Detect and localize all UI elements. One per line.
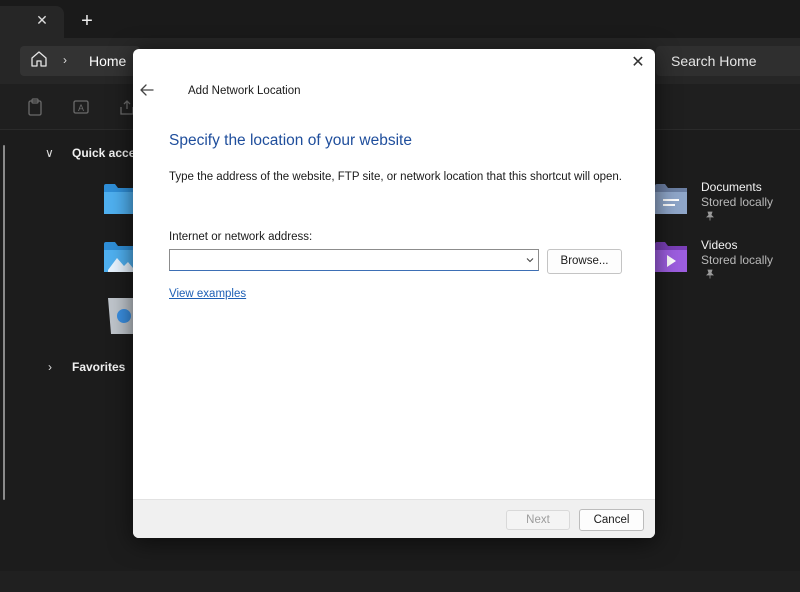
next-button[interactable]: Next: [506, 510, 570, 530]
desktop-folder-icon[interactable]: [104, 182, 133, 216]
videos-folder-icon[interactable]: [655, 240, 689, 274]
dialog-footer: Next Cancel: [133, 499, 655, 538]
add-network-location-dialog: ✕ Add Network Location Specify the locat…: [133, 49, 655, 538]
pin-icon: [705, 211, 715, 224]
videos-status: Stored locally: [701, 253, 774, 267]
close-icon[interactable]: ✕: [629, 54, 647, 72]
documents-title[interactable]: Documents: [701, 180, 762, 194]
rename-icon[interactable]: A: [72, 98, 90, 116]
status-bar: [0, 571, 800, 592]
tab-bar: ✕ +: [0, 0, 800, 38]
documents-folder-icon[interactable]: [655, 182, 689, 216]
chevron-down-icon[interactable]: [525, 255, 535, 265]
nav-item-quick-access[interactable]: Quick acces: [72, 146, 142, 160]
back-arrow-icon[interactable]: [139, 82, 155, 98]
browse-button[interactable]: Browse...: [547, 249, 622, 274]
view-examples-link[interactable]: View examples: [169, 288, 246, 300]
paste-icon[interactable]: [26, 98, 44, 116]
network-address-input[interactable]: [173, 252, 513, 268]
network-address-combobox[interactable]: [169, 249, 539, 271]
home-icon[interactable]: [30, 50, 48, 68]
address-label: Internet or network address:: [169, 231, 313, 243]
svg-text:A: A: [78, 103, 84, 113]
dialog-title: Add Network Location: [188, 85, 301, 97]
tab-home[interactable]: [0, 6, 64, 38]
chevron-right-icon: ›: [63, 53, 67, 67]
close-tab-icon[interactable]: ✕: [34, 12, 50, 28]
search-placeholder: Search Home: [671, 53, 757, 69]
nav-scrollbar[interactable]: [3, 145, 5, 500]
instructions-text: Type the address of the website, FTP sit…: [169, 171, 622, 183]
recycle-bin-icon[interactable]: [106, 296, 133, 336]
new-tab-icon[interactable]: +: [78, 11, 96, 31]
chevron-down-icon[interactable]: ∨: [45, 146, 54, 160]
breadcrumb-home[interactable]: Home: [89, 53, 126, 69]
documents-status: Stored locally: [701, 195, 774, 209]
pictures-folder-icon[interactable]: [104, 240, 133, 274]
cancel-button[interactable]: Cancel: [579, 509, 644, 531]
page-heading: Specify the location of your website: [169, 132, 412, 149]
pin-icon: [705, 269, 715, 282]
chevron-right-icon[interactable]: ›: [48, 360, 52, 374]
nav-item-favorites[interactable]: Favorites: [72, 360, 125, 374]
videos-title[interactable]: Videos: [701, 238, 737, 252]
